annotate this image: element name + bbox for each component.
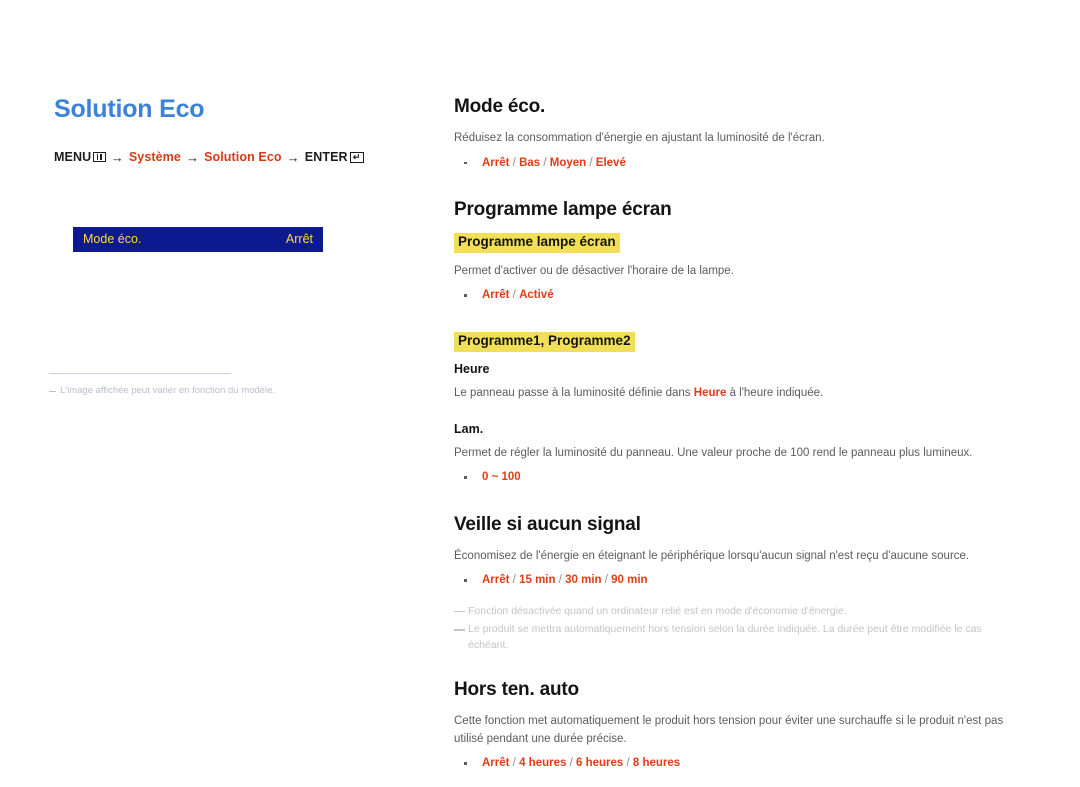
note-row: Le produit se mettra automatiquement hor… — [454, 622, 1024, 654]
breadcrumb-step-solution-eco: Solution Eco — [204, 150, 282, 164]
note-text: Le produit se mettra automatiquement hor… — [468, 623, 982, 652]
section-title-veille-si-aucun-signal: Veille si aucun signal — [454, 513, 641, 535]
section-body-mode-eco: Réduisez la consommation d'énergie en aj… — [454, 131, 825, 144]
breadcrumb-arrow-1: → — [110, 149, 124, 165]
option-item: Arrêt / 4 heures / 6 heures / 8 heures — [454, 754, 1024, 772]
option-value: Activé — [519, 289, 554, 302]
left-column: Solution Eco MENU → Système → Solution E… — [54, 95, 414, 165]
option-value: 4 heures — [519, 757, 567, 770]
breadcrumb-arrow-3: → — [286, 149, 300, 165]
osd-menu-value: Arrêt — [285, 232, 313, 247]
option-item: 0 ~ 100 — [454, 468, 1024, 486]
option-value: Bas — [519, 156, 541, 169]
option-value: 6 heures — [575, 757, 624, 770]
section-programme-lampe-ecran: Programme lampe écran Programme lampe éc… — [454, 199, 1024, 487]
section-title-programme-lampe-ecran: Programme lampe écran — [454, 199, 672, 220]
highlight-heading-programme-lampe-ecran: Programme lampe écran — [454, 232, 620, 253]
option-value: Arrêt — [482, 574, 510, 587]
option-list-programme-lampe-ecran: Arrêt / Activé — [454, 286, 1024, 304]
option-list-veille-si-aucun-signal: Arrêt / 15 min / 30 min / 90 min — [454, 571, 1024, 589]
breadcrumb: MENU → Système → Solution Eco → ENTER ↵ — [54, 150, 414, 165]
body-text-pre: Le panneau passe à la luminosité définie… — [454, 386, 694, 399]
breadcrumb-step-systeme: Système — [128, 150, 181, 164]
dash-marker-icon — [49, 391, 56, 393]
left-footnote: L'image affichée peut varier en fonction… — [49, 385, 319, 397]
option-list-mode-eco: Arrêt / Bas / Moyen / Elevé — [454, 154, 1024, 172]
option-item: Arrêt / 15 min / 30 min / 90 min — [454, 571, 1024, 589]
right-column: Mode éco. Réduisez la consommation d'éne… — [454, 96, 1024, 787]
option-value: 30 min — [565, 574, 602, 587]
note-text: Fonction désactivée quand un ordinateur … — [468, 604, 847, 617]
section-body-programme-lampe-ecran: Permet d'activer ou de désactiver l'hora… — [454, 264, 734, 277]
page-title: Solution Eco — [54, 95, 205, 123]
note-row: Fonction désactivée quand un ordinateur … — [454, 604, 1024, 620]
option-item: Arrêt / Bas / Moyen / Elevé — [454, 154, 1024, 172]
footnote-divider — [49, 373, 231, 374]
option-value: Arrêt — [482, 757, 510, 770]
option-value: 15 min — [519, 574, 556, 587]
left-footnote-text: L'image affichée peut varier en fonction… — [60, 385, 275, 396]
option-value: Elevé — [595, 156, 626, 169]
menu-grid-icon — [92, 152, 106, 162]
section-body-heure: Le panneau passe à la luminosité définie… — [454, 385, 1024, 403]
breadcrumb-enter-label: ENTER — [304, 150, 348, 164]
section-body-lam: Permet de régler la luminosité du pannea… — [454, 446, 973, 459]
document-page: Solution Eco MENU → Système → Solution E… — [0, 0, 1080, 769]
left-footnote-block: L'image affichée peut varier en fonction… — [49, 373, 319, 397]
option-value: Arrêt — [482, 156, 510, 169]
highlight-heading-programme1-programme2: Programme1, Programme2 — [454, 331, 635, 352]
enter-return-icon: ↵ — [349, 151, 364, 163]
option-item: Arrêt / Activé — [454, 286, 1024, 304]
section-veille-si-aucun-signal: Veille si aucun signal Économisez de l'é… — [454, 514, 1024, 654]
dash-marker-icon — [454, 610, 465, 613]
body-text-post: à l'heure indiquée. — [726, 386, 824, 399]
option-value: 8 heures — [632, 757, 681, 770]
section-hors-ten-auto: Hors ten. auto Cette fonction met automa… — [454, 679, 1024, 773]
breadcrumb-menu-label: MENU — [54, 150, 92, 164]
sub-heading-heure: Heure — [454, 361, 490, 376]
option-value: Arrêt — [482, 289, 510, 302]
breadcrumb-arrow-2: → — [185, 149, 200, 165]
osd-menu-label: Mode éco. — [83, 232, 142, 247]
osd-menu-row-mode-eco[interactable]: Mode éco. Arrêt — [73, 227, 323, 252]
section-mode-eco: Mode éco. Réduisez la consommation d'éne… — [454, 96, 1024, 172]
option-value: 90 min — [611, 574, 648, 587]
section-body-hors-ten-auto: Cette fonction met automatiquement le pr… — [454, 714, 1004, 745]
dash-marker-icon — [454, 629, 465, 632]
notes-block-veille: Fonction désactivée quand un ordinateur … — [454, 604, 1024, 654]
option-value: Moyen — [549, 156, 587, 169]
section-title-mode-eco: Mode éco. — [454, 96, 546, 117]
section-title-hors-ten-auto: Hors ten. auto — [454, 678, 579, 700]
sub-heading-lam: Lam. — [454, 421, 484, 436]
option-value: 0 ~ 100 — [482, 471, 521, 484]
option-list-hors-ten-auto: Arrêt / 4 heures / 6 heures / 8 heures — [454, 754, 1024, 772]
section-body-veille-si-aucun-signal: Économisez de l'énergie en éteignant le … — [454, 549, 970, 562]
inline-highlight-heure: Heure — [693, 386, 727, 399]
option-list-lam: 0 ~ 100 — [454, 468, 1024, 486]
